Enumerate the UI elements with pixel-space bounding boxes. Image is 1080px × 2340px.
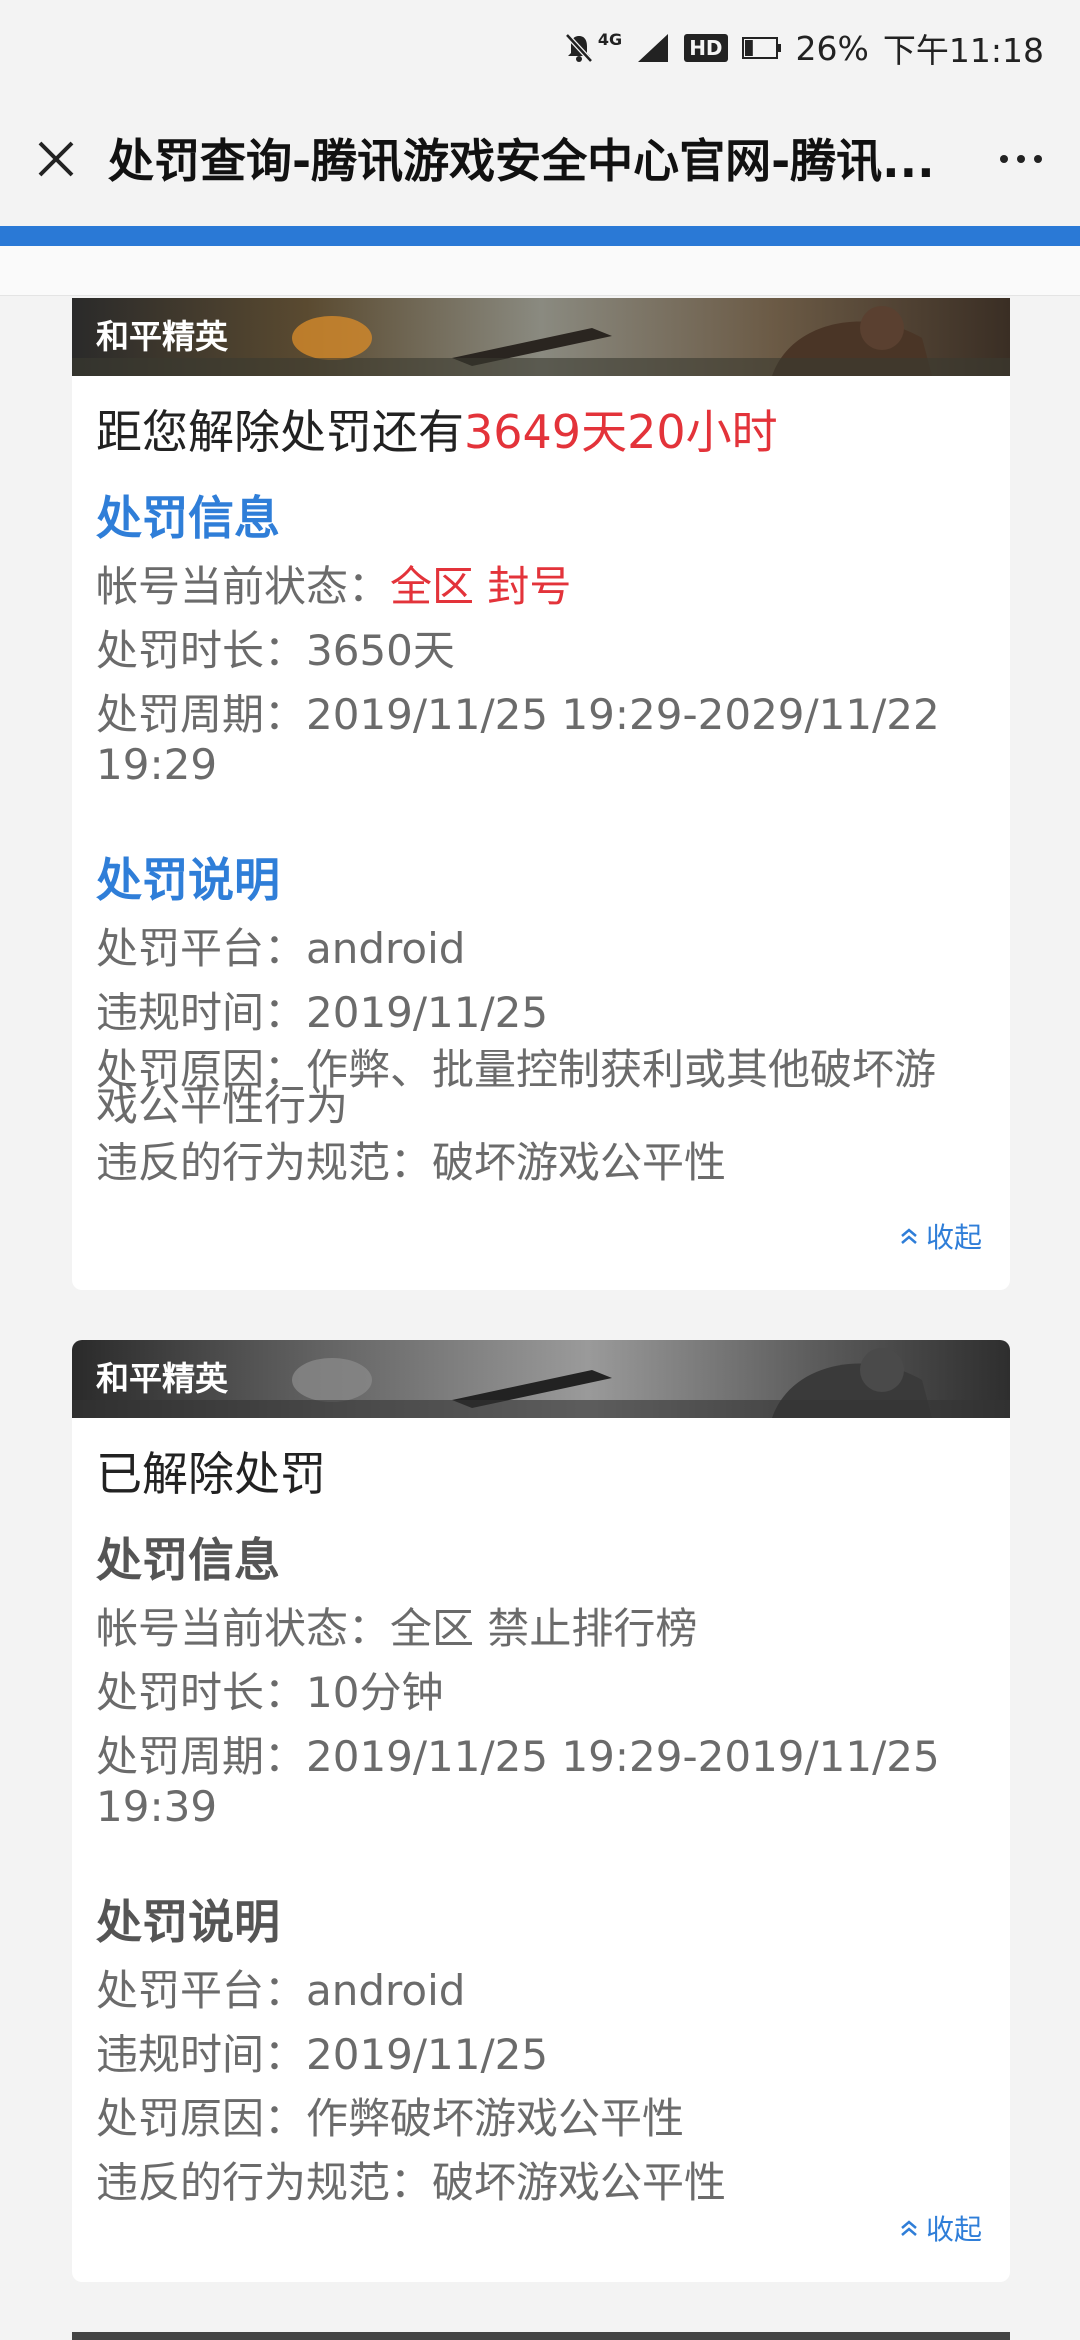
page-header-strip (0, 246, 1080, 296)
game-name: 和平精英 (96, 317, 228, 356)
reason-value: 作弊破坏游戏公平性 (306, 2094, 685, 2143)
desc-title: 处罚说明 (96, 853, 280, 907)
battery-icon (741, 36, 782, 60)
card-body: 已解除处罚 处罚信息 帐号当前状态：全区 禁止排行榜 处罚时长：10分钟 处罚周… (72, 1444, 1010, 2208)
info-title: 处罚信息 (96, 1533, 280, 1587)
violated-rule: 违反的行为规范：破坏游戏公平性 (96, 2158, 986, 2208)
account-state: 帐号当前状态：全区 禁止排行榜 (96, 1604, 986, 1654)
rule-value: 破坏游戏公平性 (432, 1138, 727, 1187)
desc-title: 处罚说明 (96, 1895, 280, 1949)
game-banner: 和平精英 (72, 1340, 1010, 1418)
collapse-button[interactable]: 收起 (898, 2208, 982, 2248)
account-state: 帐号当前状态：全区 封号 (96, 562, 986, 612)
punish-period: 处罚周期：2019/11/25 19:29-2029/11/22 19:29 (96, 690, 986, 790)
violation-time-value: 2019/11/25 (306, 2030, 549, 2079)
close-button[interactable] (26, 129, 86, 189)
game-banner: 和平精英 (72, 298, 1010, 376)
title-bar: 处罚查询-腾讯游戏安全中心官网-腾讯... (0, 96, 1080, 226)
punish-reason: 处罚原因：作弊、批量控制获利或其他破坏游戏公平性行为 (96, 1049, 986, 1127)
platform-label: 处罚平台： (96, 1966, 307, 2015)
violation-time: 违规时间：2019/11/25 (96, 2030, 986, 2080)
status-bar: 4G HD 26% 下午11:18 (0, 0, 1080, 96)
collapse-label: 收起 (925, 1221, 982, 1254)
violation-time-value: 2019/11/25 (306, 988, 549, 1037)
period-label: 处罚周期： (96, 1732, 307, 1781)
platform-value: android (306, 1966, 466, 2015)
rule-label: 违反的行为规范： (96, 2158, 433, 2207)
state-value: 全区 封号 (390, 562, 572, 611)
battery-percent: 26% (795, 28, 869, 68)
violation-time: 违规时间：2019/11/25 (96, 988, 986, 1038)
next-card-banner (72, 2332, 1010, 2340)
double-chevron-up-icon (901, 2220, 917, 2236)
punishment-card-active: 和平精英 距您解除处罚还有3649天20小时 处罚信息 帐号当前状态：全区 封号… (72, 298, 1010, 1290)
network-type: 4G (597, 29, 623, 49)
card-body: 距您解除处罚还有3649天20小时 处罚信息 帐号当前状态：全区 封号 处罚时长… (72, 402, 1010, 1188)
status-icons: 4G HD 26% 下午11:18 (562, 22, 1044, 74)
rule-value: 破坏游戏公平性 (432, 2158, 727, 2207)
lifted-status: 已解除处罚 (96, 1447, 326, 1501)
remaining-time: 距您解除处罚还有3649天20小时 (96, 402, 986, 462)
platform-value: android (306, 924, 466, 973)
game-name: 和平精英 (96, 1359, 228, 1398)
duration-value: 10分钟 (306, 1668, 444, 1717)
period-label: 处罚周期： (96, 690, 307, 739)
more-dot-icon (1034, 155, 1042, 163)
clock: 下午11:18 (882, 31, 1044, 70)
mute-icon (562, 31, 596, 65)
violated-rule: 违反的行为规范：破坏游戏公平性 (96, 1138, 986, 1188)
info-title: 处罚信息 (96, 491, 280, 545)
more-button[interactable] (988, 129, 1054, 189)
punishment-card-lifted: 和平精英 已解除处罚 处罚信息 帐号当前状态：全区 禁止排行榜 处罚时长：10分… (72, 1340, 1010, 2282)
signal-icon (636, 32, 670, 64)
duration-label: 处罚时长： (96, 626, 307, 675)
violation-time-label: 违规时间： (96, 988, 307, 1037)
punish-duration: 处罚时长：10分钟 (96, 1668, 986, 1718)
more-dot-icon (1017, 155, 1025, 163)
state-value: 全区 禁止排行榜 (390, 1604, 698, 1653)
state-label: 帐号当前状态： (96, 1604, 391, 1653)
countdown-value: 3649天20小时 (464, 405, 778, 459)
close-icon (38, 141, 74, 177)
violation-time-label: 违规时间： (96, 2030, 307, 2079)
platform-label: 处罚平台： (96, 924, 307, 973)
punish-period: 处罚周期：2019/11/25 19:29-2019/11/25 19:39 (96, 1732, 986, 1832)
collapse-label: 收起 (925, 2213, 982, 2246)
duration-label: 处罚时长： (96, 1668, 307, 1717)
page-load-progress (0, 226, 1080, 246)
hd-badge: HD (684, 34, 728, 62)
page-title: 处罚查询-腾讯游戏安全中心官网-腾讯... (108, 134, 935, 188)
collapse-button[interactable]: 收起 (898, 1216, 982, 1256)
rule-label: 违反的行为规范： (96, 1138, 433, 1187)
double-chevron-up-icon (901, 1228, 917, 1244)
punish-platform: 处罚平台：android (96, 1966, 986, 2016)
punish-duration: 处罚时长：3650天 (96, 626, 986, 676)
state-label: 帐号当前状态： (96, 562, 391, 611)
punish-reason: 处罚原因：作弊破坏游戏公平性 (96, 2094, 986, 2144)
more-dot-icon (1000, 155, 1008, 163)
remaining-label: 距您解除处罚还有 (96, 405, 464, 459)
punish-platform: 处罚平台：android (96, 924, 986, 974)
duration-value: 3650天 (306, 626, 455, 675)
reason-label: 处罚原因： (96, 2094, 307, 2143)
